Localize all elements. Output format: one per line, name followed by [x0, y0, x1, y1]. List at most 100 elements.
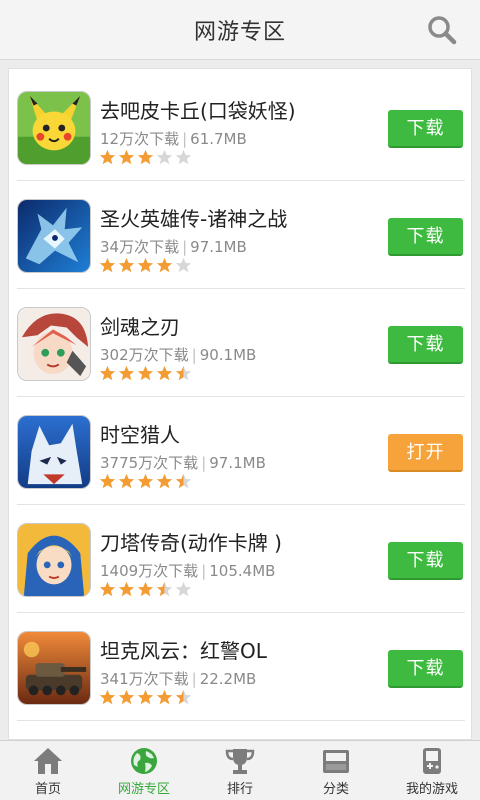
star-full-icon [137, 473, 154, 489]
list-item[interactable]: 刀塔传奇(动作卡牌 ) 1409万次下载 | 105.4MB 下载 [9, 505, 471, 613]
app-meta: 3775万次下载 | 97.1MB [100, 452, 266, 473]
rating-stars [99, 149, 192, 167]
download-button[interactable]: 下载 [388, 650, 463, 688]
star-full-icon [99, 257, 116, 273]
list-item[interactable]: 圣火英雄传-诸神之战 34万次下载 | 97.1MB 下载 [9, 181, 471, 289]
tab-label: 分类 [322, 782, 349, 797]
file-size: 105.4MB [209, 562, 276, 580]
star-full-icon [118, 581, 135, 597]
globe-icon [131, 748, 157, 774]
rating-stars [99, 473, 192, 491]
star-full-icon [99, 473, 116, 489]
star-full-icon [99, 149, 116, 165]
meta-separator: | [182, 130, 188, 148]
star-full-icon [118, 149, 135, 165]
download-count: 3775万次下载 [100, 454, 199, 472]
app-icon-dragon[interactable] [17, 199, 91, 273]
star-full-icon [156, 365, 173, 381]
tab-label: 我的游戏 [405, 782, 458, 797]
game-list[interactable]: 去吧皮卡丘(口袋妖怪) 12万次下载 | 61.7MB 下载 圣火英雄传-诸神之战 … [8, 68, 472, 740]
app-title: 刀塔传奇(动作卡牌 ) [100, 531, 282, 555]
app-meta: 302万次下载 | 90.1MB [100, 344, 256, 365]
star-full-icon [137, 689, 154, 705]
star-full-icon [118, 365, 135, 381]
app-meta: 12万次下载 | 61.7MB [100, 128, 247, 149]
list-item[interactable]: 时空猎人 3775万次下载 | 97.1MB 打开 [9, 397, 471, 505]
rating-stars [99, 365, 192, 383]
file-size: 97.1MB [190, 238, 247, 256]
rating-stars [99, 689, 192, 707]
star-full-icon [137, 257, 154, 273]
list-item[interactable]: 坦克风云：红警OL 341万次下载 | 22.2MB 下载 [9, 613, 471, 721]
app-title: 时空猎人 [100, 423, 180, 447]
tab-ranking[interactable]: 排行 [192, 741, 288, 800]
app-title: 剑魂之刃 [100, 315, 180, 339]
tab-label: 排行 [226, 782, 253, 797]
file-size: 22.2MB [199, 670, 257, 688]
meta-separator: | [201, 454, 207, 472]
star-half-icon [175, 689, 192, 705]
star-full-icon [118, 473, 135, 489]
home-icon [34, 748, 62, 774]
file-size: 97.1MB [209, 454, 266, 472]
tray-icon [323, 750, 349, 773]
download-button[interactable]: 下载 [388, 326, 463, 364]
star-full-icon [156, 473, 173, 489]
star-full-icon [118, 257, 135, 273]
tab-label: 首页 [34, 782, 61, 797]
app-meta: 1409万次下载 | 105.4MB [100, 560, 275, 581]
download-count: 1409万次下载 [100, 562, 199, 580]
star-full-icon [118, 689, 135, 705]
tab-home[interactable]: 首页 [0, 741, 96, 800]
open-button[interactable]: 打开 [388, 434, 463, 472]
star-full-icon [137, 149, 154, 165]
download-button[interactable]: 下载 [388, 110, 463, 148]
list-item[interactable]: 剑魂之刃 302万次下载 | 90.1MB 下载 [9, 289, 471, 397]
top-bar: 网游专区 [0, 0, 480, 60]
meta-separator: | [201, 562, 207, 580]
download-button[interactable]: 下载 [388, 542, 463, 580]
download-count: 302万次下载 [100, 346, 189, 364]
star-half-icon [175, 365, 192, 381]
star-full-icon [137, 581, 154, 597]
page-title: 网游专区 [193, 20, 286, 45]
bottom-tab-bar: 首页 网游专区 排行 分类 我的游戏 [0, 740, 480, 800]
search-icon[interactable] [426, 14, 458, 46]
rating-stars [99, 257, 192, 275]
rating-stars [99, 581, 192, 599]
tab-my-games[interactable]: 我的游戏 [384, 741, 480, 800]
app-meta: 341万次下载 | 22.2MB [100, 668, 256, 689]
star-half-icon [156, 581, 173, 597]
app-title: 去吧皮卡丘(口袋妖怪) [100, 99, 296, 123]
meta-separator: | [182, 238, 188, 256]
star-empty-icon [175, 149, 192, 165]
tab-online-games[interactable]: 网游专区 [96, 741, 192, 800]
meta-separator: | [191, 346, 197, 364]
star-full-icon [99, 365, 116, 381]
star-empty-icon [175, 581, 192, 597]
gamepad-icon [423, 748, 441, 774]
app-icon-wolf[interactable] [17, 415, 91, 489]
download-count: 12万次下载 [100, 130, 180, 148]
download-button[interactable]: 下载 [388, 218, 463, 256]
divider [17, 720, 465, 721]
star-full-icon [99, 689, 116, 705]
app-title: 坦克风云：红警OL [100, 639, 267, 663]
list-item[interactable]: 去吧皮卡丘(口袋妖怪) 12万次下载 | 61.7MB 下载 [9, 73, 471, 181]
star-full-icon [137, 365, 154, 381]
download-count: 34万次下载 [100, 238, 180, 256]
app-icon-heroine[interactable] [17, 523, 91, 597]
app-icon-warrior[interactable] [17, 307, 91, 381]
app-icon-tank[interactable] [17, 631, 91, 705]
download-count: 341万次下载 [100, 670, 189, 688]
trophy-icon [225, 749, 255, 774]
tab-label: 网游专区 [117, 782, 170, 797]
app-icon-pikachu[interactable] [17, 91, 91, 165]
app-title: 圣火英雄传-诸神之战 [100, 207, 288, 231]
app-meta: 34万次下载 | 97.1MB [100, 236, 247, 257]
tab-category[interactable]: 分类 [288, 741, 384, 800]
star-full-icon [156, 257, 173, 273]
file-size: 61.7MB [190, 130, 247, 148]
file-size: 90.1MB [199, 346, 257, 364]
star-full-icon [99, 581, 116, 597]
